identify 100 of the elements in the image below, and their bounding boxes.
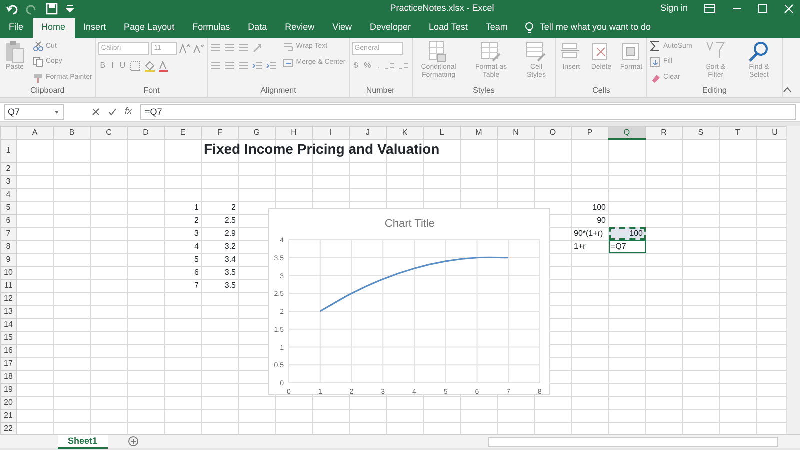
column-header[interactable]: P [572,126,608,139]
ribbon-display-icon[interactable] [704,4,716,14]
cell-text: 100 [592,202,606,213]
cell-text: 3 [194,228,199,239]
cancel-icon[interactable] [92,108,100,116]
name-box[interactable]: Q7 [4,104,64,120]
border-icon[interactable] [130,60,142,72]
formula-field[interactable]: =Q7 [140,104,796,120]
column-header[interactable]: N [498,126,534,139]
font-color-icon[interactable] [158,60,170,72]
horizontal-scrollbar[interactable] [488,436,778,446]
ribbon-tab[interactable]: Developer [361,18,420,38]
grow-font-icon[interactable] [179,42,192,54]
lines-icon[interactable] [238,60,250,72]
insert-function-button[interactable]: fx [125,105,132,119]
row-header[interactable]: 4 [0,188,16,201]
undo-icon[interactable] [6,3,18,15]
row-header[interactable]: 21 [0,409,16,422]
row-header[interactable]: 17 [0,357,16,370]
vertical-scrollbar[interactable] [786,126,800,434]
sign-in-link[interactable]: Sign in [660,2,688,16]
column-header[interactable]: J [350,126,386,139]
shrink-font-icon[interactable] [193,42,206,54]
decimal-icon[interactable] [398,60,410,72]
lines-icon[interactable] [210,42,222,54]
ribbon-tab[interactable]: File [0,18,33,38]
cell-text: 4 [194,241,199,252]
row-header[interactable]: 19 [0,383,16,396]
row-header[interactable]: 5 [0,201,16,214]
column-header[interactable]: S [682,126,720,139]
redo-icon[interactable] [26,3,38,15]
column-header[interactable]: R [646,126,682,139]
row-header[interactable]: 14 [0,318,16,331]
column-header[interactable]: B [54,126,90,139]
column-header[interactable]: Q [608,126,646,139]
select-all-button[interactable] [0,126,16,139]
save-icon[interactable] [46,3,58,15]
group-label: Clipboard [30,85,66,97]
indent-icon[interactable] [266,60,278,72]
collapse-ribbon-icon[interactable] [783,87,792,93]
indent-icon[interactable] [252,60,264,72]
row-header[interactable]: 20 [0,396,16,409]
column-header[interactable]: H [276,126,312,139]
add-sheet-icon[interactable] [128,436,139,447]
row-header[interactable]: 6 [0,214,16,227]
row-header[interactable]: 11 [0,279,16,292]
row-header[interactable]: 12 [0,292,16,305]
lines-icon[interactable] [224,60,236,72]
orientation-icon[interactable] [252,42,264,54]
row-header[interactable]: 2 [0,162,16,175]
column-header[interactable]: K [386,126,424,139]
editing-cell[interactable]: =Q7 [608,240,646,253]
column-header[interactable]: A [16,126,54,139]
column-header[interactable]: O [534,126,572,139]
ribbon-tab[interactable]: Load Test [420,18,477,38]
ribbon-tab[interactable]: Page Layout [115,18,184,38]
ribbon-tab[interactable]: Formulas [184,18,240,38]
row-header[interactable]: 15 [0,331,16,344]
copied-cell[interactable]: 100 [608,227,646,240]
decimal-icon[interactable] [384,60,396,72]
cell-text: 3.4 [224,254,236,265]
column-header[interactable]: G [238,126,276,139]
tell-me-field[interactable]: Tell me what you want to do [538,20,738,36]
row-header[interactable]: 7 [0,227,16,240]
ribbon-tab[interactable]: Home [32,18,75,38]
column-header[interactable]: F [202,126,238,139]
row-header[interactable]: 13 [0,305,16,318]
maximize-icon[interactable] [758,4,768,14]
column-header[interactable]: E [164,126,202,139]
lines-icon[interactable] [238,42,250,54]
lines-icon[interactable] [210,60,222,72]
row-header[interactable]: 1 [0,139,16,162]
column-header[interactable]: I [312,126,350,139]
row-header[interactable]: 22 [0,422,16,434]
column-header[interactable]: U [756,126,786,139]
row-header[interactable]: 8 [0,240,16,253]
row-header[interactable]: 10 [0,266,16,279]
row-header[interactable]: 18 [0,370,16,383]
column-header[interactable]: L [424,126,460,139]
cell-text: 5 [194,254,199,265]
column-header[interactable]: T [720,126,756,139]
row-header[interactable]: 16 [0,344,16,357]
customize-caret-icon[interactable] [66,4,74,14]
column-header[interactable]: C [90,126,128,139]
cell-text: 100 [630,228,643,239]
cell-text: 2.9 [224,228,236,239]
ribbon-tab[interactable]: View [324,18,361,38]
ribbon-tab[interactable]: Data [239,18,276,38]
close-icon[interactable] [784,4,794,14]
sheet-tab[interactable]: Sheet1 [58,434,108,448]
ribbon-tab[interactable]: Insert [74,18,116,38]
lines-icon[interactable] [224,42,236,54]
column-header[interactable]: M [460,126,498,139]
fill-bucket-icon[interactable] [144,60,156,72]
column-header[interactable]: D [128,126,164,139]
row-header[interactable]: 3 [0,175,16,188]
row-header[interactable]: 9 [0,253,16,266]
ribbon-tab[interactable]: Review [276,18,324,38]
enter-icon[interactable] [108,108,117,116]
ribbon-tab[interactable]: Team [476,18,517,38]
